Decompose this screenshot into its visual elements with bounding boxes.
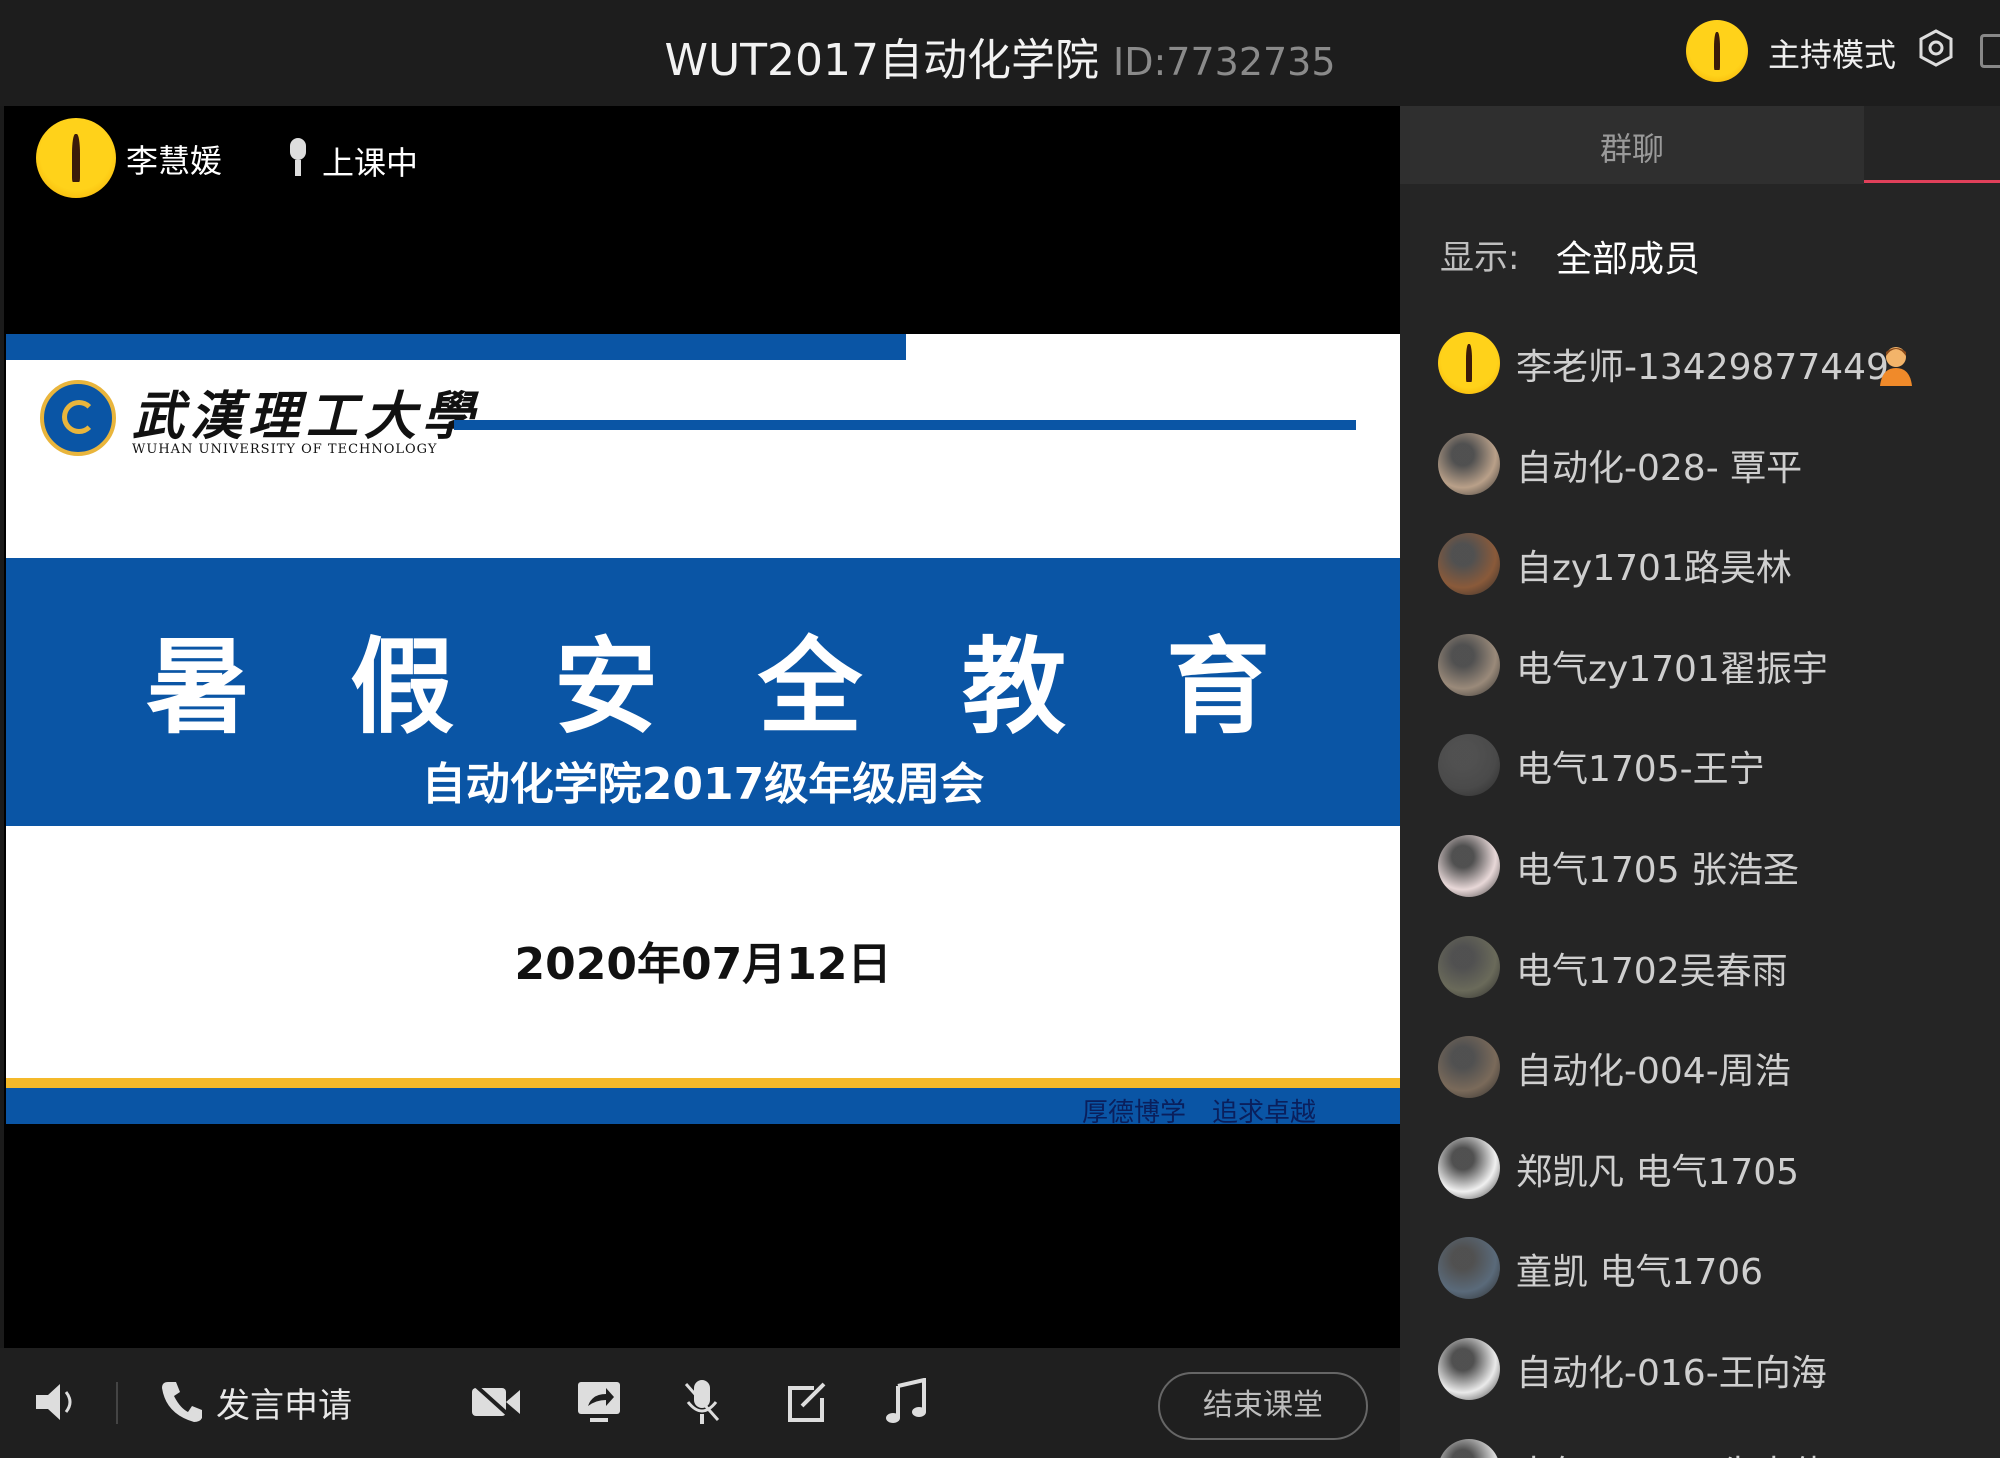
member-list-item[interactable]: 自zy1701路昊林 bbox=[1400, 523, 2000, 623]
member-name: 童凯 电气1706 bbox=[1516, 1252, 1764, 1294]
member-name: 电气zy1701翟振宇 bbox=[1516, 648, 1828, 690]
member-avatar bbox=[1438, 332, 1500, 394]
slide-title-char: 教 bbox=[962, 626, 1067, 748]
slide-motto: 厚德博学 追求卓越 bbox=[1082, 1098, 1317, 1124]
member-avatar bbox=[1438, 1338, 1500, 1400]
member-list-item[interactable]: 自动化-016-王向海 bbox=[1400, 1328, 2000, 1428]
slide-title-char: 安 bbox=[554, 626, 659, 748]
slide-title-char: 暑 bbox=[146, 626, 251, 748]
chat-sidebar: 群聊 显示: 全部成员 李老师-13429877449 自动化-028- 覃平 自z… bbox=[1400, 106, 2000, 1458]
presentation-slide: 武漢理工大學 WUHAN UNIVERSITY OF TECHNOLOGY 暑 … bbox=[6, 334, 1400, 1124]
member-list-item[interactable]: 童凯 电气1706 bbox=[1400, 1227, 2000, 1327]
member-name: 李老师-13429877449 bbox=[1516, 347, 1889, 388]
host-avatar[interactable] bbox=[1686, 20, 1748, 82]
member-avatar bbox=[1438, 1438, 1500, 1458]
member-list-item[interactable]: 自动化-004-周浩 bbox=[1400, 1026, 2000, 1126]
member-avatar bbox=[1438, 1036, 1500, 1099]
toolbar-divider bbox=[116, 1382, 118, 1424]
speak-request-button[interactable]: 发言申请 bbox=[216, 1378, 352, 1427]
slide-gold-stripe bbox=[6, 1078, 1400, 1088]
member-name: 电气1702吴春雨 bbox=[1516, 950, 1788, 992]
member-list-item[interactable]: 电气zy1701翟振宇 bbox=[1400, 624, 2000, 724]
member-avatar bbox=[1438, 432, 1500, 495]
member-avatar bbox=[1438, 533, 1500, 596]
member-name: 自动化-016-王向海 bbox=[1516, 1353, 1827, 1394]
member-avatar bbox=[1438, 835, 1500, 897]
speaker-icon[interactable] bbox=[34, 1380, 82, 1424]
microphone-icon bbox=[290, 138, 306, 176]
mute-mic-icon[interactable] bbox=[682, 1378, 722, 1426]
music-icon[interactable] bbox=[884, 1378, 928, 1426]
tab-active-indicator bbox=[1864, 180, 2000, 183]
presenter-name: 李慧媛 bbox=[126, 142, 223, 180]
slide-date: 2020年07月12日 bbox=[514, 939, 892, 990]
member-avatar bbox=[1438, 1136, 1500, 1199]
share-screen-icon[interactable] bbox=[576, 1380, 622, 1424]
university-name-cn: 武漢理工大學 bbox=[132, 386, 481, 447]
slide-top-bar bbox=[6, 334, 906, 360]
presenter-avatar bbox=[36, 118, 116, 198]
member-name: 电气1705-王宁 bbox=[1516, 749, 1765, 791]
member-list-item[interactable]: 电气zy1701朱志伟 bbox=[1400, 1429, 2000, 1458]
filter-label: 显示: bbox=[1440, 238, 1520, 278]
class-status: 上课中 bbox=[322, 144, 419, 182]
member-list-item[interactable]: 电气1705 张浩圣 bbox=[1400, 825, 2000, 925]
slide-title-char: 全 bbox=[758, 626, 863, 748]
bottom-toolbar: 发言申请 结束课堂 bbox=[0, 1348, 1400, 1458]
host-mode-label[interactable]: 主持模式 bbox=[1768, 30, 1896, 76]
slide-title-char: 育 bbox=[1166, 626, 1271, 748]
edit-icon[interactable] bbox=[784, 1382, 828, 1424]
meeting-name: WUT2017自动化学院 bbox=[664, 35, 1100, 86]
main-video-area: 李慧媛 上课中 武漢理工大學 WUHAN UNIVERSITY OF TECHN… bbox=[4, 106, 1400, 1432]
member-list-item[interactable]: 自动化-028- 覃平 bbox=[1400, 423, 2000, 523]
member-name: 电气1705 张浩圣 bbox=[1516, 850, 1800, 891]
member-avatar bbox=[1438, 935, 1500, 998]
tab-group-chat[interactable]: 群聊 bbox=[1400, 106, 1864, 184]
settings-icon[interactable] bbox=[1916, 28, 1956, 68]
member-avatar bbox=[1438, 1237, 1500, 1300]
slide-subtitle: 自动化学院2017级年级周会 bbox=[421, 759, 985, 810]
meeting-id: ID:7732735 bbox=[1113, 40, 1336, 84]
teacher-badge-icon bbox=[1880, 347, 1912, 386]
member-list-item[interactable]: 郑凯凡 电气1705 bbox=[1400, 1127, 2000, 1227]
phone-icon[interactable] bbox=[160, 1378, 204, 1424]
exit-icon[interactable] bbox=[1980, 34, 2000, 68]
member-avatar bbox=[1438, 633, 1500, 696]
university-name-en: WUHAN UNIVERSITY OF TECHNOLOGY bbox=[132, 442, 438, 457]
member-avatar bbox=[1438, 734, 1500, 797]
title-bar: WUT2017自动化学院 ID:7732735 主持模式 bbox=[0, 0, 2000, 106]
member-filter-dropdown[interactable]: 全部成员 bbox=[1556, 230, 1700, 282]
slide-header-line bbox=[454, 420, 1356, 430]
member-list-item[interactable]: 电气1702吴春雨 bbox=[1400, 926, 2000, 1026]
member-name: 郑凯凡 电气1705 bbox=[1516, 1151, 1800, 1193]
slide-title-char: 假 bbox=[350, 626, 455, 748]
member-name: 自zy1701路昊林 bbox=[1516, 548, 1792, 590]
member-name: 自动化-028- 覃平 bbox=[1516, 447, 1803, 489]
end-class-button[interactable]: 结束课堂 bbox=[1158, 1372, 1368, 1440]
member-list-item[interactable]: 李老师-13429877449 bbox=[1400, 322, 2000, 422]
tab-group-chat-label: 群聊 bbox=[1599, 130, 1664, 168]
member-list-item[interactable]: 电气1705-王宁 bbox=[1400, 724, 2000, 824]
university-logo bbox=[40, 380, 116, 456]
member-name: 电气zy1701朱志伟 bbox=[1516, 1445, 1828, 1458]
member-name: 自动化-004-周浩 bbox=[1516, 1051, 1791, 1093]
camera-off-icon[interactable] bbox=[470, 1382, 522, 1422]
